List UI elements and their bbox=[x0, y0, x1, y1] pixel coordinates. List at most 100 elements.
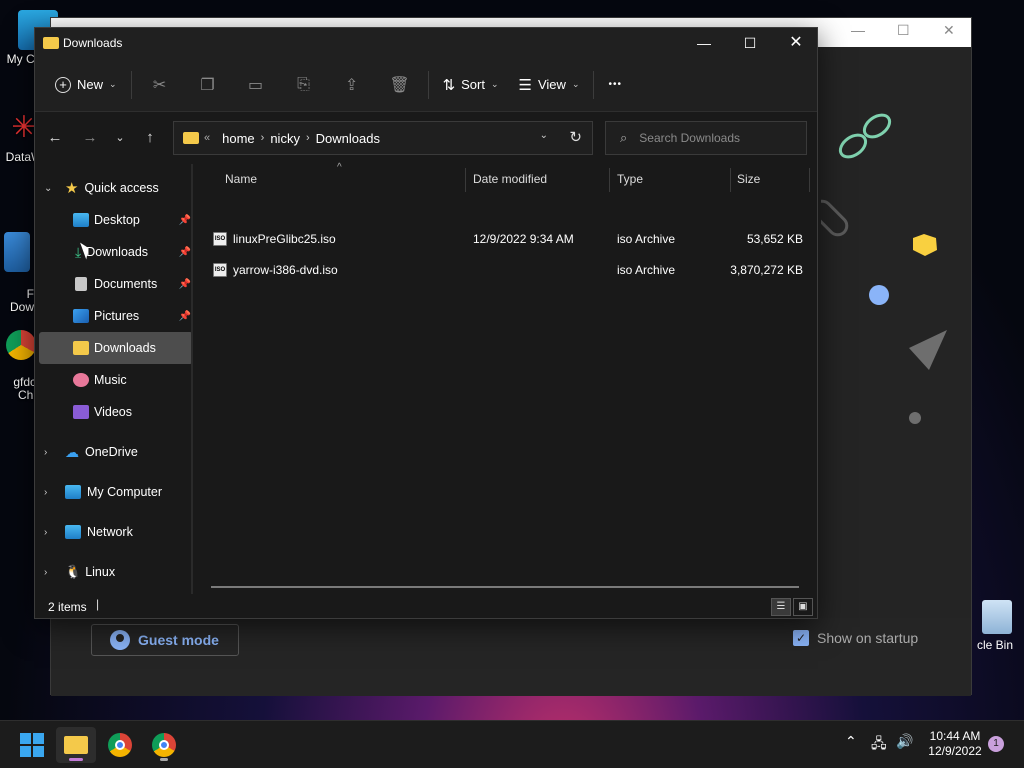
maximize-icon[interactable]: ☐ bbox=[897, 22, 910, 39]
chevron-right-icon[interactable]: › bbox=[261, 132, 265, 144]
chevron-down-icon[interactable]: ⌄ bbox=[540, 130, 548, 141]
taskbar-chrome-running[interactable] bbox=[144, 727, 184, 763]
horizontal-scrollbar[interactable] bbox=[211, 586, 799, 588]
sidebar-item-quick-access[interactable]: ⌄ ★ Quick access bbox=[35, 172, 193, 204]
taskbar-file-explorer[interactable] bbox=[56, 727, 96, 763]
close-button[interactable]: ✕ bbox=[773, 28, 819, 58]
clock[interactable]: 10:44 AM 12/9/2022 bbox=[920, 729, 990, 759]
sidebar-item-network[interactable]: › Network bbox=[35, 516, 193, 548]
column-divider[interactable] bbox=[730, 168, 731, 192]
view-button[interactable]: ☰ View ⌄ bbox=[509, 69, 590, 101]
chevron-right-icon[interactable]: › bbox=[44, 447, 47, 458]
guest-mode-label: Guest mode bbox=[138, 632, 219, 648]
pictures-icon bbox=[73, 309, 89, 323]
toolbar-divider bbox=[427, 70, 429, 99]
back-arrow-icon[interactable]: ← bbox=[41, 126, 69, 150]
more-options-button[interactable]: ••• bbox=[598, 69, 632, 101]
recent-locations-chevron-icon[interactable]: ⌄ bbox=[106, 126, 134, 150]
minimize-icon[interactable]: — bbox=[851, 22, 865, 38]
breadcrumb-nicky[interactable]: nicky bbox=[270, 131, 300, 146]
desktop-icon-recycle-bin[interactable]: cle Bin bbox=[966, 600, 1024, 652]
new-button[interactable]: + New ⌄ bbox=[45, 69, 127, 101]
sidebar-item-downloads[interactable]: Downloads bbox=[39, 332, 193, 364]
chevron-up-icon[interactable]: ⌃ bbox=[845, 733, 857, 750]
speaker-icon[interactable]: 🔊 bbox=[896, 733, 913, 750]
sidebar-item-downloads-pinned[interactable]: ⤓ Downloads 📌 bbox=[35, 236, 193, 268]
share-icon[interactable]: ⇪ bbox=[328, 75, 376, 95]
refresh-icon[interactable]: ↻ bbox=[569, 128, 582, 146]
column-divider[interactable] bbox=[465, 168, 466, 192]
chevron-right-icon[interactable]: › bbox=[306, 132, 310, 144]
desktop-icon-downloads-shortcut[interactable]: F Dow bbox=[0, 206, 34, 314]
start-button[interactable] bbox=[12, 727, 52, 763]
sidebar-item-label: Downloads bbox=[86, 245, 149, 259]
details-view-icon[interactable]: ☰ bbox=[771, 598, 791, 616]
checkbox-checked-icon[interactable]: ✓ bbox=[793, 630, 809, 646]
sidebar-item-onedrive[interactable]: › ☁ OneDrive bbox=[35, 436, 193, 468]
column-header-name[interactable]: Name bbox=[225, 164, 257, 194]
sort-button[interactable]: ⇅ Sort ⌄ bbox=[433, 69, 509, 101]
paste-icon[interactable]: ▭ bbox=[232, 75, 280, 95]
search-input[interactable] bbox=[639, 131, 790, 145]
sidebar-item-videos[interactable]: Videos bbox=[35, 396, 193, 428]
breadcrumb-downloads[interactable]: Downloads bbox=[316, 131, 380, 146]
up-arrow-icon[interactable]: ↑ bbox=[136, 126, 164, 150]
view-list-icon: ☰ bbox=[518, 76, 532, 94]
titlebar[interactable]: Downloads — ☐ ✕ bbox=[35, 28, 817, 58]
minimize-button[interactable]: — bbox=[681, 28, 727, 58]
file-row[interactable]: ISO yarrow-i386-dvd.iso iso Archive 3,87… bbox=[211, 256, 811, 284]
column-header-size[interactable]: Size bbox=[737, 164, 760, 194]
person-icon bbox=[110, 630, 130, 650]
sidebar-item-label: Linux bbox=[85, 565, 116, 579]
file-name: yarrow-i386-dvd.iso bbox=[233, 263, 338, 277]
notification-badge[interactable]: 1 bbox=[988, 736, 1004, 752]
recycle-bin-icon bbox=[982, 600, 1012, 634]
maximize-button[interactable]: ☐ bbox=[727, 28, 773, 58]
large-icons-view-icon[interactable]: ▣ bbox=[793, 598, 813, 616]
search-box[interactable]: ⌕ bbox=[605, 121, 807, 155]
chevron-down-icon: ⌄ bbox=[571, 79, 580, 89]
chevron-right-icon[interactable]: › bbox=[44, 567, 47, 578]
address-bar[interactable]: « home › nicky › Downloads ⌄ ↻ bbox=[173, 121, 593, 155]
sort-label: Sort bbox=[461, 77, 485, 92]
sidebar-item-desktop[interactable]: Desktop 📌 bbox=[35, 204, 193, 236]
taskbar-chrome[interactable] bbox=[100, 727, 140, 763]
file-list: ^ Name Date modified Type Size ISO linux… bbox=[205, 162, 817, 594]
chevron-right-icon[interactable]: › bbox=[44, 487, 47, 498]
sidebar-item-music[interactable]: Music bbox=[35, 364, 193, 396]
overflow-chevron-icon[interactable]: « bbox=[204, 132, 210, 144]
window-title: Downloads bbox=[63, 36, 123, 50]
search-icon: ⌕ bbox=[620, 130, 628, 145]
network-icon[interactable]: 🖧 bbox=[871, 733, 887, 757]
chevron-down-icon[interactable]: ⌄ bbox=[44, 183, 52, 194]
running-indicator bbox=[160, 758, 168, 761]
clock-date: 12/9/2022 bbox=[928, 744, 982, 758]
sort-icon: ⇅ bbox=[442, 76, 456, 94]
sidebar-item-linux[interactable]: › 🐧 Linux bbox=[35, 556, 193, 588]
guest-mode-button[interactable]: Guest mode bbox=[91, 624, 239, 656]
desktop-icon-chrome-shortcut[interactable]: gfdc Chi bbox=[0, 304, 36, 402]
delete-icon[interactable]: 🗑 bbox=[376, 75, 424, 95]
breadcrumb-home[interactable]: home bbox=[222, 131, 255, 146]
file-size: 3,870,272 KB bbox=[730, 263, 803, 277]
show-on-startup-toggle[interactable]: ✓ Show on startup bbox=[793, 630, 918, 646]
chevron-right-icon[interactable]: › bbox=[44, 527, 47, 538]
iso-file-icon: ISO bbox=[213, 263, 227, 277]
column-header-type[interactable]: Type bbox=[617, 164, 643, 194]
cut-icon[interactable]: ✂ bbox=[136, 75, 184, 95]
file-row[interactable]: ISO linuxPreGlibc25.iso 12/9/2022 9:34 A… bbox=[211, 225, 811, 253]
copy-icon[interactable]: ❐ bbox=[184, 75, 232, 95]
pin-icon: 📌 bbox=[178, 278, 191, 290]
sidebar-item-label: Videos bbox=[94, 405, 132, 419]
iso-file-icon: ISO bbox=[213, 232, 227, 246]
column-header-date-modified[interactable]: Date modified bbox=[473, 164, 547, 194]
sidebar-item-my-computer[interactable]: › My Computer bbox=[35, 476, 193, 508]
column-divider[interactable] bbox=[609, 168, 610, 192]
rename-icon[interactable]: ⎘ bbox=[280, 76, 328, 94]
sidebar-item-documents[interactable]: Documents 📌 bbox=[35, 268, 193, 300]
column-divider[interactable] bbox=[809, 168, 810, 192]
close-icon[interactable]: ✕ bbox=[943, 22, 955, 39]
linux-penguin-icon: 🐧 bbox=[65, 564, 82, 579]
sidebar-item-pictures[interactable]: Pictures 📌 bbox=[35, 300, 193, 332]
forward-arrow-icon[interactable]: → bbox=[76, 126, 104, 150]
